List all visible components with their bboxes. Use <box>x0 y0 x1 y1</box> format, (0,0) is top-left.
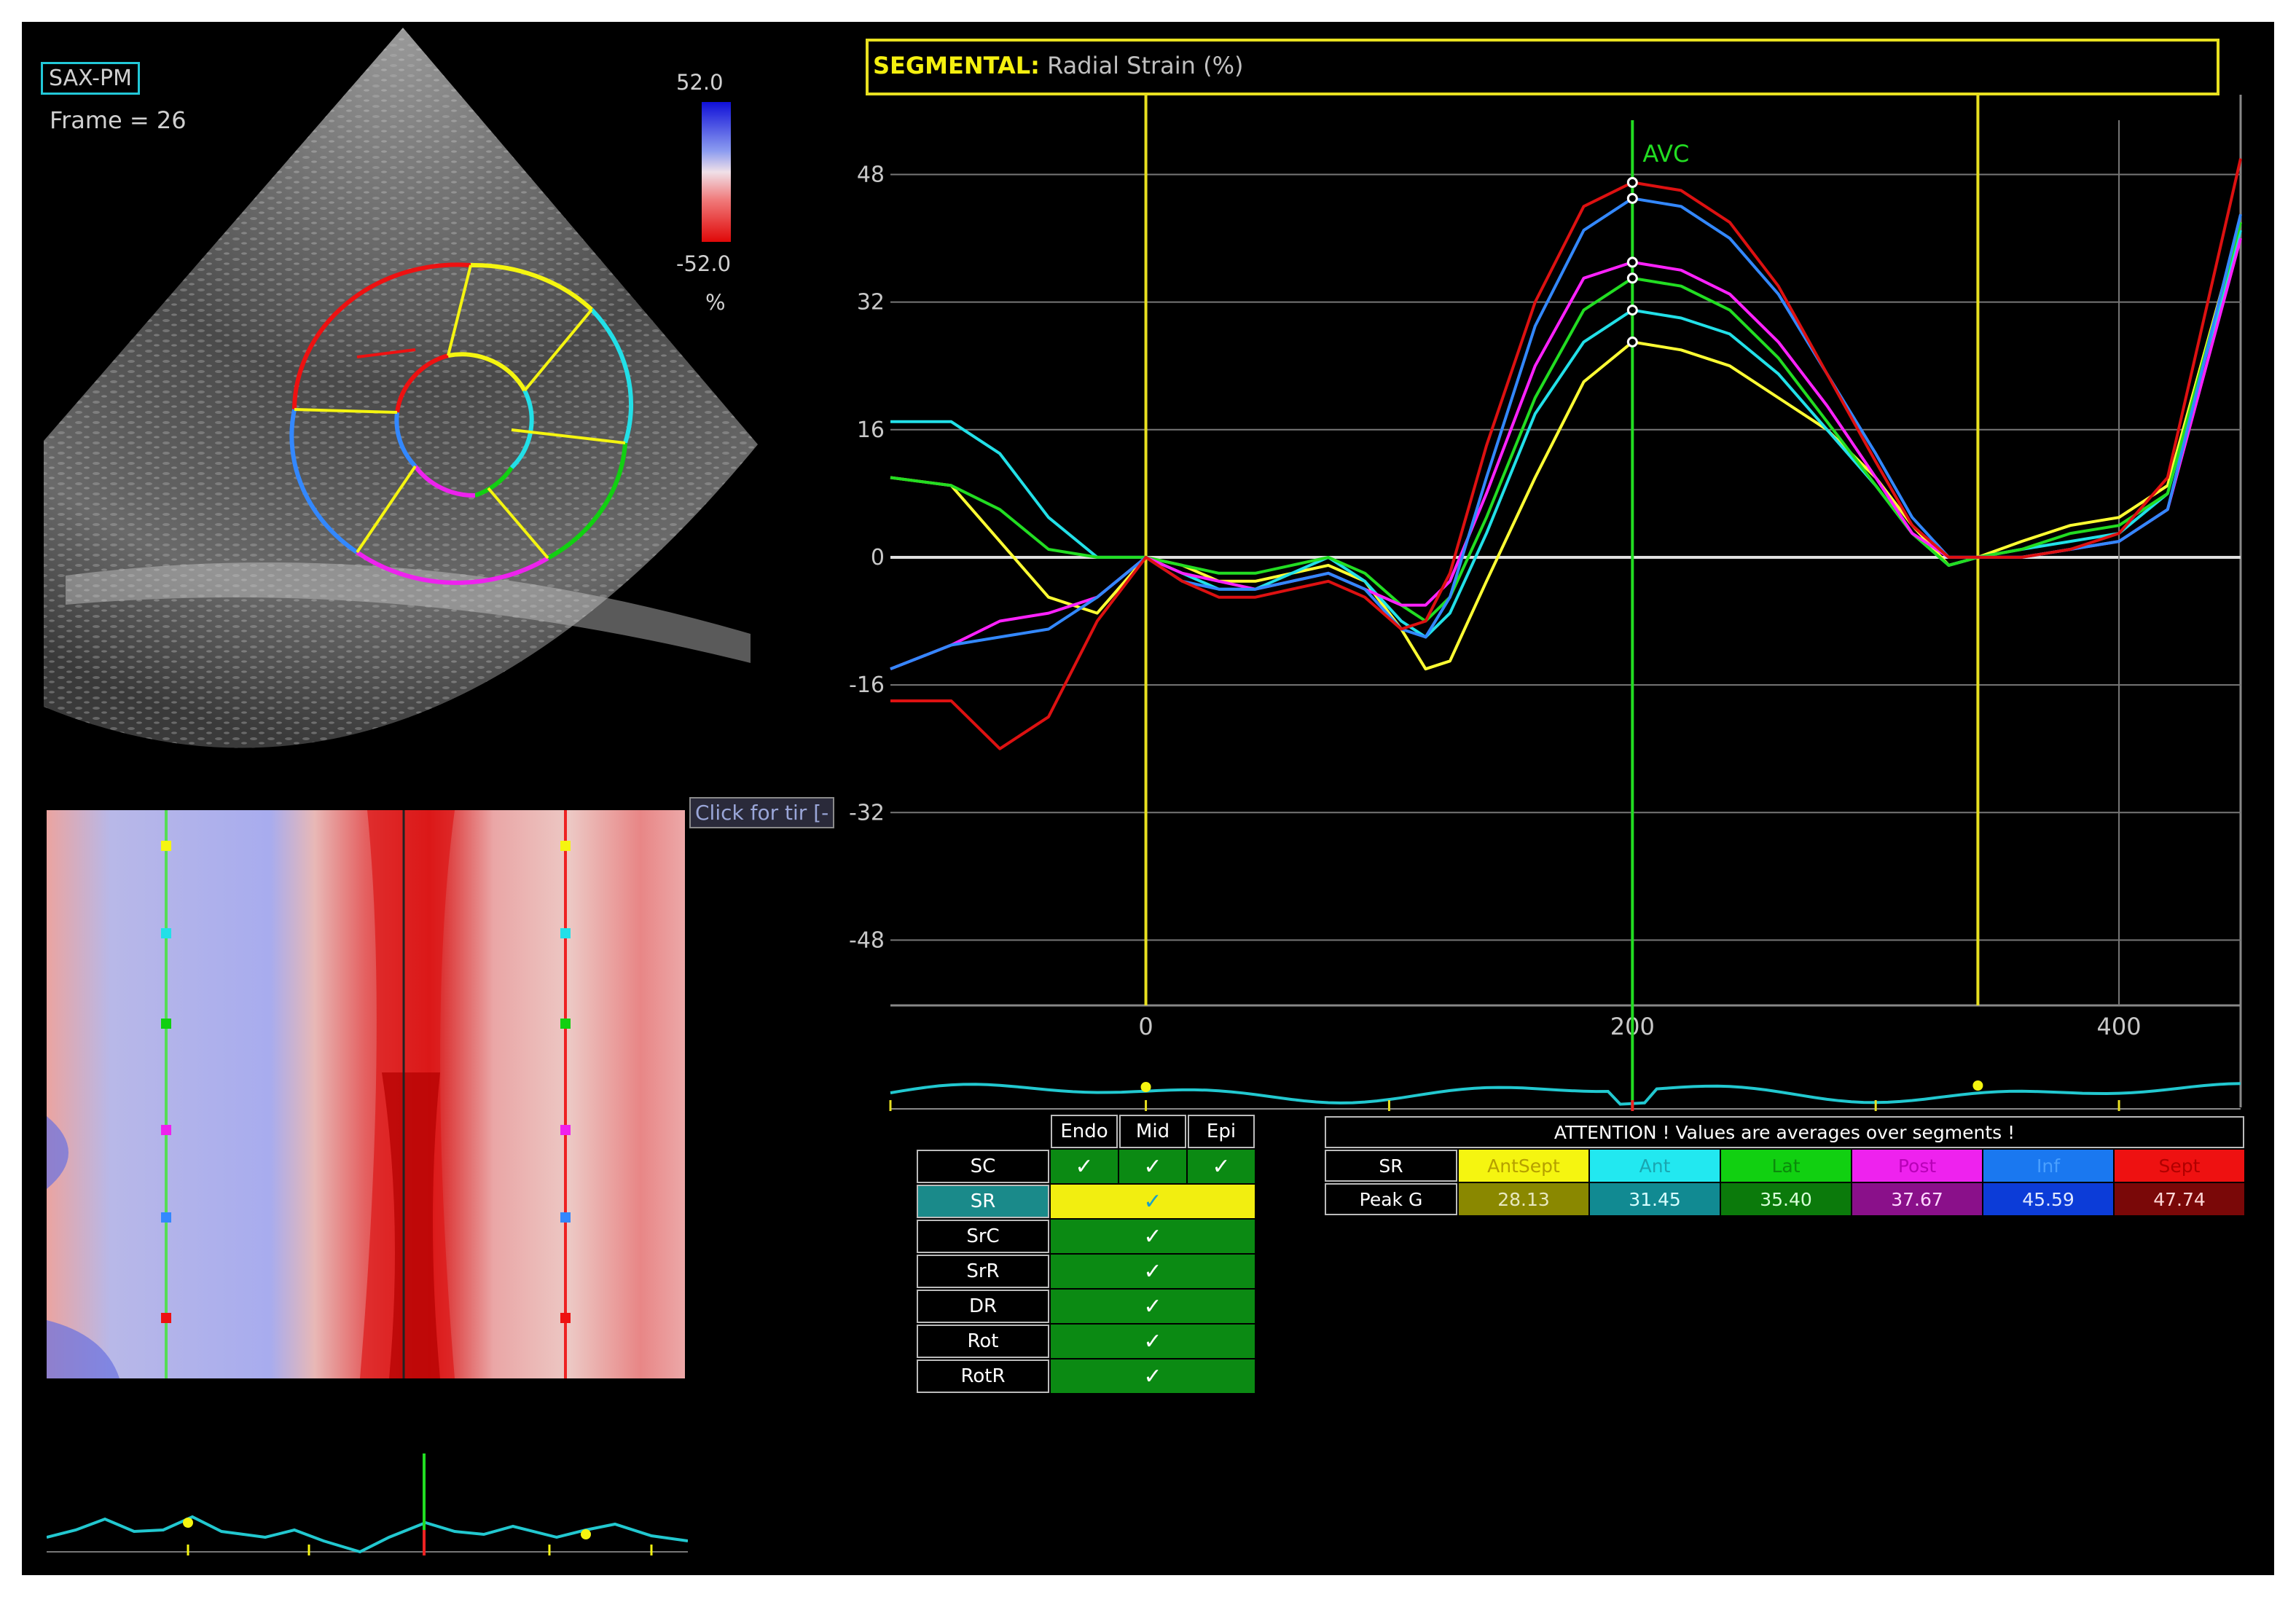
chart-title-box: SEGMENTAL: Radial Strain (%) <box>866 39 2219 95</box>
strain-chart[interactable]: 4832160-16-32-480 200 400AVC <box>823 95 2252 1129</box>
ecg-event-dot <box>1140 1082 1151 1092</box>
checkmark-icon[interactable]: ✓ <box>1188 1150 1255 1183</box>
strain-series-line <box>890 238 2242 671</box>
checkmark-icon[interactable]: ✓ <box>1051 1290 1255 1323</box>
segment-peak-value: 37.67 <box>1852 1183 1982 1215</box>
strain-mmode-map[interactable] <box>47 810 685 1378</box>
mode-label[interactable]: SC <box>917 1150 1049 1183</box>
y-tick-label: 16 <box>857 417 885 443</box>
peak-marker <box>1626 192 1638 204</box>
mode-label[interactable]: Rot <box>917 1325 1049 1358</box>
peak-marker <box>1626 272 1638 284</box>
scale-unit-label: % <box>705 290 726 315</box>
y-tick-label: -48 <box>849 927 885 953</box>
mode-label[interactable]: SrR <box>917 1255 1049 1288</box>
scale-max-label: 52.0 <box>676 70 724 95</box>
checkmark-icon[interactable]: ✓ <box>1051 1185 1255 1218</box>
attention-header: ATTENTION ! Values are averages over seg… <box>1325 1116 2244 1148</box>
peak-marker <box>1626 176 1638 188</box>
checkmark-icon[interactable]: ✓ <box>1051 1255 1255 1288</box>
view-label[interactable]: SAX-PM <box>41 62 140 95</box>
mode-row-rot[interactable]: Rot ✓ <box>917 1325 1255 1358</box>
segment-name: AntSept <box>1459 1150 1588 1182</box>
mode-row-src[interactable]: SrC ✓ <box>917 1220 1255 1253</box>
checkmark-icon[interactable]: ✓ <box>1051 1150 1118 1183</box>
avc-label: AVC <box>1642 140 1689 168</box>
y-tick-label: -32 <box>849 800 885 825</box>
mode-row-sc[interactable]: SC ✓ ✓ ✓ <box>917 1150 1255 1183</box>
checkmark-icon[interactable]: ✓ <box>1051 1359 1255 1393</box>
checkmark-icon[interactable]: ✓ <box>1051 1325 1255 1358</box>
segment-name: Sept <box>2115 1150 2244 1182</box>
segment-peak-value: 47.74 <box>2115 1183 2244 1215</box>
ecg-trace <box>890 1082 2241 1106</box>
peak-marker <box>1626 305 1638 316</box>
tooltip[interactable]: Click for tir [- <box>689 797 835 828</box>
ecg-trace-left[interactable] <box>47 1421 688 1566</box>
peak-values-table: ATTENTION ! Values are averages over seg… <box>1323 1115 2246 1217</box>
column-epi[interactable]: Epi <box>1188 1115 1255 1148</box>
peak-marker <box>1626 256 1638 268</box>
strain-series-line <box>890 221 2242 623</box>
checkmark-icon[interactable]: ✓ <box>1119 1150 1186 1183</box>
segment-peak-value: 28.13 <box>1459 1183 1588 1215</box>
mode-label[interactable]: RotR <box>917 1359 1049 1393</box>
mode-table: Endo Mid Epi SC ✓ ✓ ✓ SR ✓ SrC ✓ SrR ✓ D… <box>915 1113 1256 1394</box>
echo-image-panel[interactable] <box>22 22 823 794</box>
mode-row-rotr[interactable]: RotR ✓ <box>917 1359 1255 1393</box>
strain-series-line <box>890 158 2242 750</box>
segment-name: Ant <box>1590 1150 1720 1182</box>
y-tick-label: 32 <box>857 290 885 315</box>
mode-row-srr[interactable]: SrR ✓ <box>917 1255 1255 1288</box>
mode-label[interactable]: DR <box>917 1290 1049 1323</box>
strain-series-line <box>890 221 2242 671</box>
segment-name: Lat <box>1721 1150 1851 1182</box>
chart-title-prefix: SEGMENTAL: <box>873 52 1040 79</box>
row-label-sr: SR <box>1325 1150 1457 1182</box>
y-tick-label: -16 <box>849 672 885 698</box>
x-tick-label: 0 <box>1138 1013 1153 1040</box>
column-endo[interactable]: Endo <box>1051 1115 1118 1148</box>
mode-row-sr[interactable]: SR ✓ <box>917 1185 1255 1218</box>
mode-row-dr[interactable]: DR ✓ <box>917 1290 1255 1323</box>
frame-counter: Frame = 26 <box>50 106 187 134</box>
chart-title: Radial Strain (%) <box>1047 52 1244 79</box>
ecg-event-dot <box>1972 1080 1983 1091</box>
strain-series-line <box>890 197 2242 671</box>
application-screen: SAX-PM Frame = 26 52.0 -52.0 % Click for… <box>22 22 2274 1575</box>
segment-peak-value: 35.40 <box>1721 1183 1851 1215</box>
strain-series-line <box>890 229 2242 639</box>
segment-name: Inf <box>1983 1150 2113 1182</box>
row-label-peak: Peak G <box>1325 1183 1457 1215</box>
strain-color-scale <box>702 102 731 242</box>
scale-min-label: -52.0 <box>676 251 732 276</box>
segment-peak-value: 45.59 <box>1983 1183 2113 1215</box>
checkmark-icon[interactable]: ✓ <box>1051 1220 1255 1253</box>
mode-label[interactable]: SrC <box>917 1220 1049 1253</box>
segment-peak-value: 31.45 <box>1590 1183 1720 1215</box>
segment-name: Post <box>1852 1150 1982 1182</box>
x-tick-label: 400 <box>2097 1013 2142 1040</box>
y-tick-label: 0 <box>871 545 885 570</box>
mode-label[interactable]: SR <box>917 1185 1049 1218</box>
column-mid[interactable]: Mid <box>1119 1115 1186 1148</box>
y-tick-label: 48 <box>857 162 885 187</box>
peak-marker <box>1626 336 1638 348</box>
